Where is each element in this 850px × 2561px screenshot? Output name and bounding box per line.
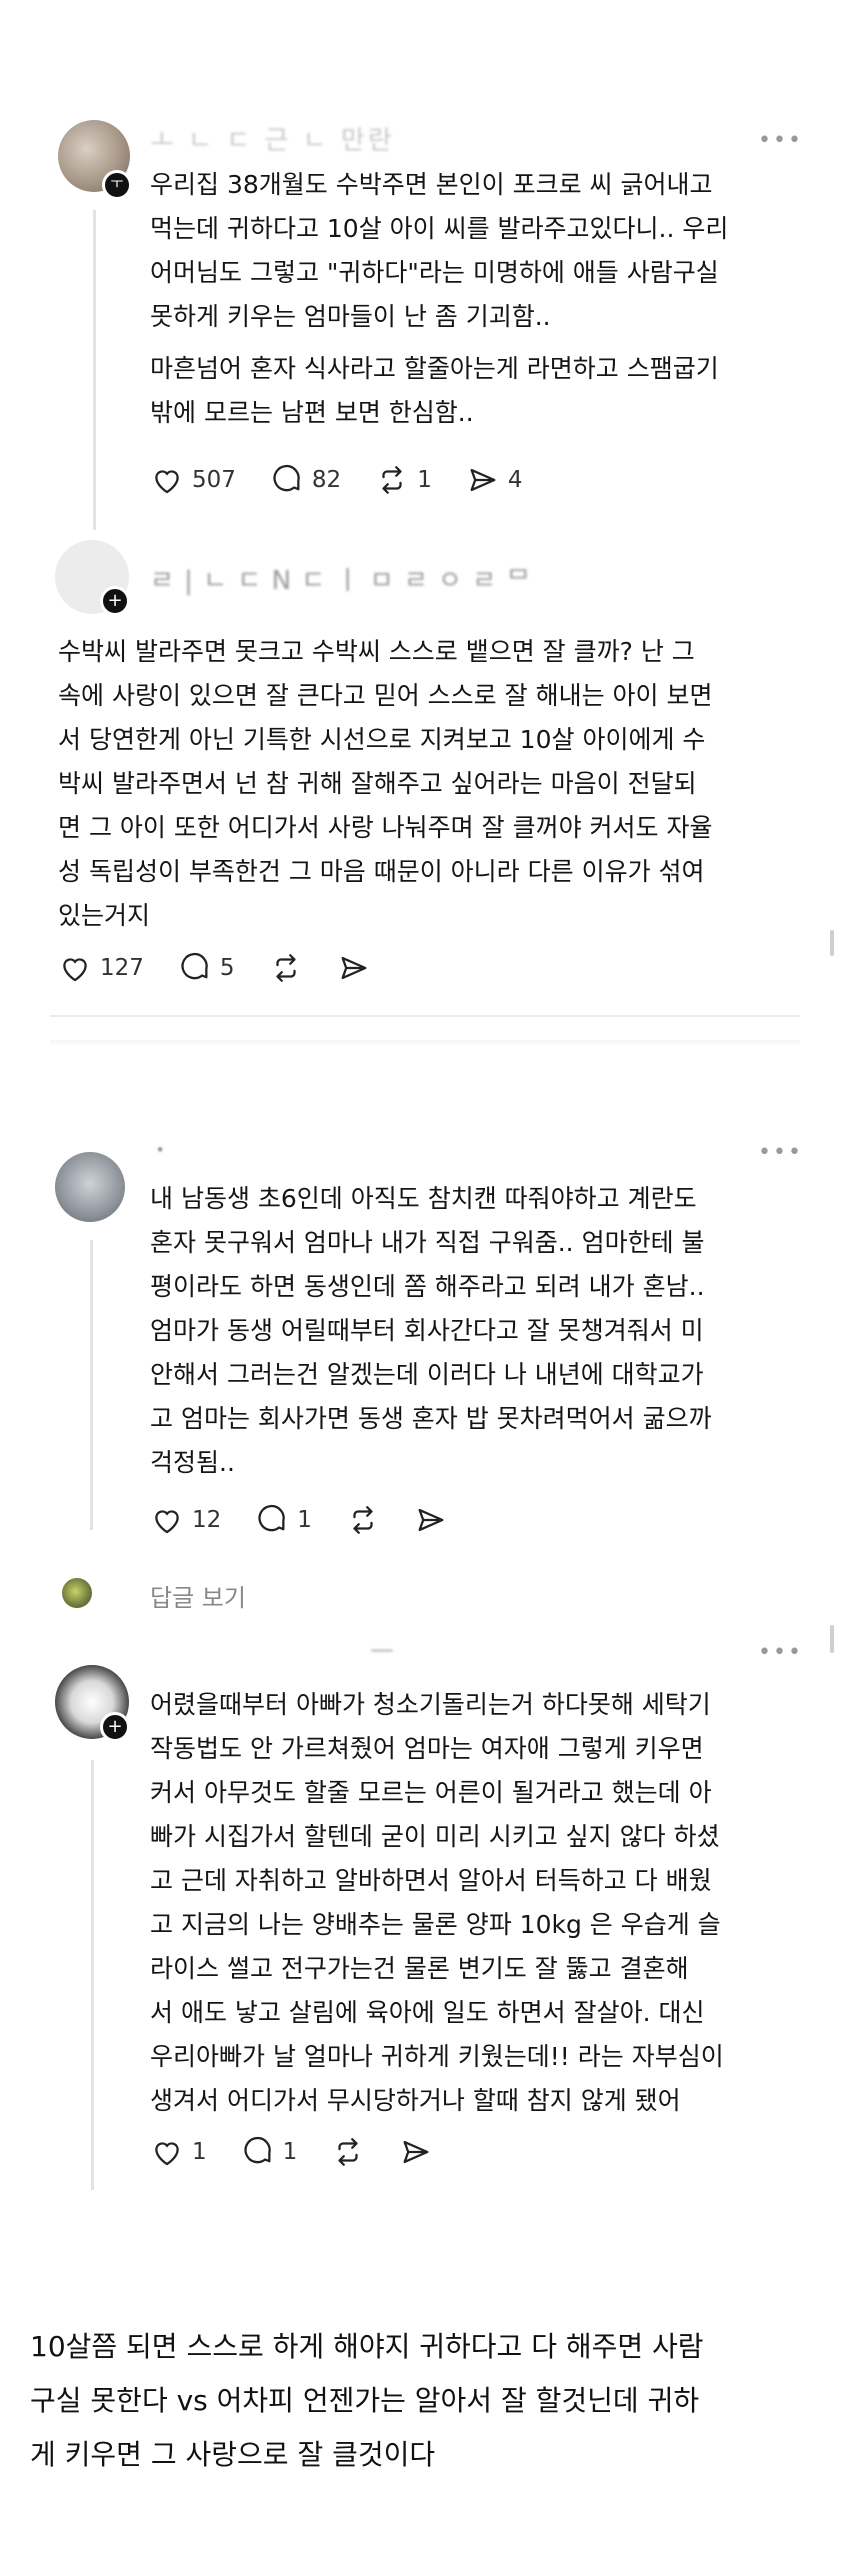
heart-icon [155, 470, 179, 494]
username[interactable]: ㆍ [148, 1130, 175, 1167]
like-count: 1 [192, 2139, 207, 2165]
post-actions: 507 82 1 4 [150, 460, 556, 500]
username[interactable]: ㄹ | ㄴ ㄷ N ㄷ ㅣ ㅁ ㄹ ㅇ ㄹ ᄆ [150, 560, 531, 597]
like-button[interactable]: 507 [150, 463, 236, 497]
comment-button[interactable]: 1 [241, 2135, 298, 2169]
summary-caption: 10살쯤 되면 스스로 하게 해야지 귀하다고 다 해주면 사람 구실 못한다 … [30, 2330, 704, 2471]
share-icon [403, 2140, 429, 2164]
more-options-icon[interactable]: ••• [758, 1140, 803, 1165]
like-button[interactable]: 1 [150, 2135, 207, 2169]
follow-plus-icon[interactable]: + [100, 1712, 130, 1742]
like-count: 12 [192, 1507, 222, 1533]
like-count: 127 [100, 955, 144, 981]
post-body: 어렸을때부터 아빠가 청소기돌리는거 하다못해 세탁기 작동법도 안 가르쳐줬어… [150, 1690, 724, 2115]
repost-icon [275, 954, 296, 982]
comment-bubble-icon [244, 2136, 271, 2164]
share-icon [470, 468, 496, 492]
post-body: 수박씨 발라주면 못크고 수박씨 스스로 뱉으면 잘 클까? 난 그 속에 사랑… [58, 637, 713, 930]
share-count: 4 [507, 467, 523, 493]
repost-icon [382, 466, 402, 494]
post-body: 내 남동생 초6인데 아직도 참치캔 따줘야하고 계란도 혼자 못구워서 엄마나… [150, 1184, 712, 1477]
like-button[interactable]: 127 [58, 951, 144, 985]
repost-icon [353, 1506, 373, 1534]
username[interactable]: ㅡ [370, 1632, 397, 1669]
share-icon [418, 1508, 444, 1532]
thread-line [90, 1240, 93, 1530]
follow-plus-icon[interactable]: + [100, 586, 130, 616]
reply-avatar[interactable] [62, 1578, 92, 1608]
heart-icon [155, 2142, 179, 2166]
repost-button[interactable] [331, 2135, 365, 2169]
scrollbar[interactable] [830, 930, 834, 956]
avatar[interactable] [55, 1152, 125, 1222]
follow-plus-icon[interactable]: ㅜ [102, 170, 132, 200]
more-options-icon[interactable]: ••• [758, 128, 803, 153]
comment-button[interactable]: 82 [270, 463, 341, 497]
view-replies-link[interactable]: 답글 보기 [150, 1578, 246, 1613]
comment-count: 82 [311, 467, 342, 493]
post-divider [50, 1015, 800, 1017]
heart-icon [63, 958, 87, 982]
share-button[interactable] [337, 951, 371, 985]
comment-bubble-icon [181, 952, 208, 980]
comment-count: 1 [297, 1507, 312, 1533]
repost-icon [338, 2138, 358, 2166]
thread-line [91, 1760, 94, 2190]
comment-count: 1 [282, 2139, 298, 2165]
comment-bubble-icon [258, 1504, 286, 1532]
share-button[interactable] [414, 1503, 448, 1537]
repost-button[interactable] [269, 951, 303, 985]
thread-line [93, 210, 96, 530]
like-button[interactable]: 12 [150, 1503, 221, 1537]
post-actions: 12 1 [150, 1500, 482, 1540]
repost-count: 1 [417, 467, 432, 493]
repost-button[interactable] [346, 1503, 380, 1537]
share-button[interactable]: 4 [466, 463, 523, 497]
like-count: 507 [192, 467, 236, 493]
heart-icon [155, 1510, 179, 1534]
share-icon [341, 956, 367, 980]
post-body: 우리집 38개월도 수박주면 본인이 포크로 씨 긁어내고 먹는데 귀하다고 1… [150, 170, 729, 331]
username[interactable]: ㅗ ㄴ ㄷ 근 ㄴ 만란 [150, 120, 395, 157]
comment-button[interactable]: 1 [255, 1503, 312, 1537]
more-options-icon[interactable]: ••• [758, 1640, 803, 1665]
comment-button[interactable]: 5 [178, 951, 235, 985]
scrollbar[interactable] [830, 1625, 834, 1653]
post-actions: 1 1 [150, 2132, 467, 2172]
comment-bubble-icon [273, 464, 300, 492]
cut-off-footer-strip [50, 1040, 800, 1046]
comment-count: 5 [219, 955, 235, 981]
post-actions: 127 5 [58, 948, 405, 988]
post-body-paragraph-2: 마흔넘어 혼자 식사라고 할줄아는게 라면하고 스팸굽기 밖에 모르는 남편 보… [150, 354, 719, 427]
share-button[interactable] [399, 2135, 433, 2169]
repost-button[interactable]: 1 [375, 463, 432, 497]
